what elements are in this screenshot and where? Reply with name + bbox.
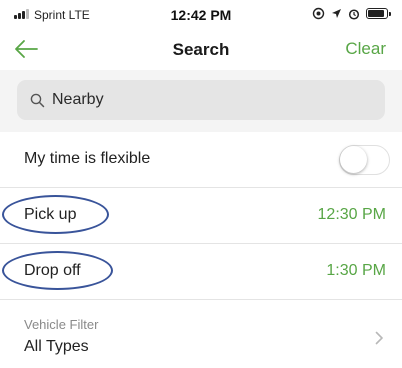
nav-bar: Search Clear [0,30,402,70]
vehicle-filter-value: All Types [24,338,89,355]
pickup-label: Pick up [24,206,77,223]
arrow-icon [332,9,341,18]
search-icon [30,93,45,107]
toggle-knob [340,146,367,173]
search-section: Nearby [0,70,402,132]
flexible-time-toggle[interactable] [339,145,390,175]
page-title: Search [172,40,230,59]
search-input[interactable]: Nearby [17,80,385,120]
battery-icon [366,8,391,19]
flexible-time-label: My time is flexible [24,150,151,167]
vehicle-filter-label: Vehicle Filter [24,317,99,332]
dropoff-time[interactable]: 1:30 PM [326,262,386,280]
battery-level [368,10,385,17]
status-bar: Sprint LTE 12:42 PM [0,0,402,34]
pickup-row[interactable]: Pick up 12:30 PM [0,188,402,244]
search-value: Nearby [52,91,104,108]
alarm-icon [348,8,360,20]
flexible-time-row: My time is flexible [0,132,402,188]
status-icons [312,7,391,20]
chevron-right-icon [375,331,383,345]
dropoff-label: Drop off [24,262,81,279]
vehicle-filter-row[interactable]: Vehicle Filter All Types [0,300,402,368]
dropoff-row[interactable]: Drop off 1:30 PM [0,244,402,300]
location-icon [312,7,325,20]
clear-button[interactable]: Clear [345,39,386,59]
pickup-time[interactable]: 12:30 PM [318,206,386,224]
